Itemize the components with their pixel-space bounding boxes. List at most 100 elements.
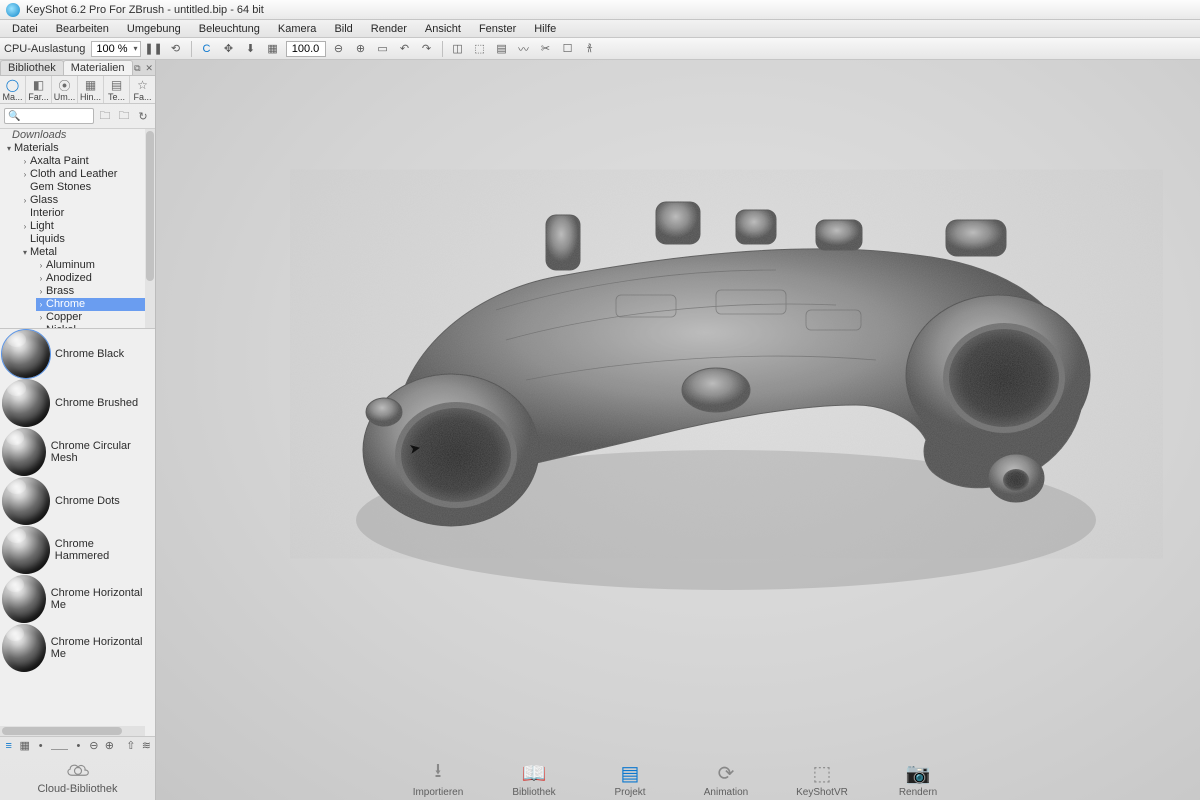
cloud-label: Cloud-Bibliothek xyxy=(37,783,117,795)
redo-icon[interactable]: ↷ xyxy=(418,40,436,58)
folder-add-icon[interactable]: 🗀 xyxy=(116,108,132,124)
reset-view-icon[interactable]: C xyxy=(198,40,216,58)
cpu-label: CPU-Auslastung xyxy=(4,43,85,55)
thumb-item[interactable]: Chrome Hammered xyxy=(0,525,155,574)
thumb-item[interactable]: Chrome Brushed xyxy=(0,378,155,427)
grid-icon[interactable]: ▦ xyxy=(264,40,282,58)
slider-dot-icon[interactable]: • xyxy=(36,739,45,753)
close-icon[interactable]: ✕ xyxy=(143,62,155,75)
search-row: 🔍 🗀 🗀 ↻ xyxy=(0,104,155,129)
scrollbar-thumb[interactable] xyxy=(2,727,122,735)
thumb-item[interactable]: Chrome Black xyxy=(0,329,155,378)
tool-screenshot-icon[interactable]: ☐ xyxy=(559,40,577,58)
folder-icon[interactable]: 🗀 xyxy=(97,108,113,124)
tree-downloads[interactable]: Downloads xyxy=(12,129,66,141)
material-ball-icon xyxy=(2,379,50,427)
tab-materialien[interactable]: Materialien xyxy=(63,60,133,75)
cat-backplates[interactable]: ▦Hin... xyxy=(78,76,104,103)
tree-scrollbar[interactable] xyxy=(145,129,155,328)
scrollbar-thumb[interactable] xyxy=(146,131,154,281)
dock-project[interactable]: ▤Projekt xyxy=(594,760,666,798)
tool-cut-icon[interactable]: ✂ xyxy=(537,40,555,58)
tree-item[interactable]: Liquids xyxy=(30,233,65,246)
tab-bibliothek[interactable]: Bibliothek xyxy=(0,60,64,75)
cat-textures[interactable]: ▤Te... xyxy=(104,76,130,103)
import-icon: ⭳ xyxy=(424,760,452,786)
settings-icon[interactable]: ≋ xyxy=(142,739,151,753)
cat-materials[interactable]: ◯Ma... xyxy=(0,76,26,103)
star-icon: ☆ xyxy=(135,78,151,92)
refresh-icon[interactable]: ⟲ xyxy=(167,40,185,58)
cat-environments[interactable]: ⦿Um... xyxy=(52,76,78,103)
undock-icon[interactable]: ⧉ xyxy=(132,62,144,75)
zoom-in-icon[interactable]: ⊕ xyxy=(352,40,370,58)
dock-render[interactable]: 📷Rendern xyxy=(882,760,954,798)
dock-vr[interactable]: ⬚KeyShotVR xyxy=(786,760,858,798)
tree-item[interactable]: Copper xyxy=(46,311,82,324)
tree-item[interactable]: Gem Stones xyxy=(30,181,91,194)
dock-library[interactable]: 📖Bibliothek xyxy=(498,760,570,798)
zoom-out-sm-icon[interactable]: ⊖ xyxy=(89,739,98,753)
cpu-usage-combo[interactable]: 100 % xyxy=(91,41,140,57)
menu-hilfe[interactable]: Hilfe xyxy=(526,21,564,37)
tree-item[interactable]: Brass xyxy=(46,285,74,298)
zoom-in-sm-icon[interactable]: ⊕ xyxy=(105,739,114,753)
dock-import[interactable]: ⭳Importieren xyxy=(402,760,474,798)
menu-bearbeiten[interactable]: Bearbeiten xyxy=(48,21,117,37)
tree-item[interactable]: Axalta Paint xyxy=(30,155,89,168)
view-list-icon[interactable]: ≡ xyxy=(4,739,13,753)
dock-animation[interactable]: ⟳Animation xyxy=(690,760,762,798)
tool-cylinder-icon[interactable]: ◫ xyxy=(449,40,467,58)
tree-item[interactable]: Cloth and Leather xyxy=(30,168,117,181)
menu-fenster[interactable]: Fenster xyxy=(471,21,524,37)
render-viewport[interactable]: ➤ ⭳Importieren 📖Bibliothek ▤Projekt ⟳Ani… xyxy=(156,60,1200,800)
fit-icon[interactable]: ✥ xyxy=(220,40,238,58)
material-tree[interactable]: Downloads ▾Materials ›Axalta Paint ›Clot… xyxy=(0,129,155,329)
thumb-item[interactable]: Chrome Circular Mesh xyxy=(0,427,155,476)
thumb-item[interactable]: Chrome Dots xyxy=(0,476,155,525)
thumb-item[interactable]: Chrome Horizontal Me xyxy=(0,574,155,623)
tree-metal[interactable]: Metal xyxy=(30,246,57,259)
rendered-model xyxy=(156,60,1200,800)
tree-item[interactable]: Interior xyxy=(30,207,64,220)
window-title: KeyShot 6.2 Pro For ZBrush - untitled.bi… xyxy=(26,4,264,16)
cat-favorites[interactable]: ☆Fa... xyxy=(130,76,155,103)
menu-beleuchtung[interactable]: Beleuchtung xyxy=(191,21,268,37)
thumb-item[interactable]: Chrome Horizontal Me xyxy=(0,623,155,672)
tree-item[interactable]: Aluminum xyxy=(46,259,95,272)
globe-icon: ⦿ xyxy=(57,78,73,92)
tree-materials[interactable]: Materials xyxy=(14,142,59,155)
tree-item[interactable]: Light xyxy=(30,220,54,233)
slider-dot-icon[interactable]: • xyxy=(74,739,83,753)
cat-colors[interactable]: ◧Far... xyxy=(26,76,52,103)
undo-icon[interactable]: ↶ xyxy=(396,40,414,58)
reload-icon[interactable]: ↻ xyxy=(135,108,151,124)
download-icon[interactable]: ⬇ xyxy=(242,40,260,58)
menu-umgebung[interactable]: Umgebung xyxy=(119,21,189,37)
material-thumbs: Chrome Black Chrome Brushed Chrome Circu… xyxy=(0,329,155,736)
app-icon xyxy=(6,3,20,17)
upload-icon[interactable]: ⇧ xyxy=(126,739,135,753)
zoom-input[interactable]: 100.0 xyxy=(286,41,326,57)
tool-cube-icon[interactable]: ⬚ xyxy=(471,40,489,58)
thumbs-hscrollbar[interactable] xyxy=(0,726,145,736)
cloud-library-button[interactable]: Cloud-Bibliothek xyxy=(0,754,155,800)
tree-item[interactable]: Glass xyxy=(30,194,58,207)
menu-datei[interactable]: Datei xyxy=(4,21,46,37)
frame-icon[interactable]: ▭ xyxy=(374,40,392,58)
search-input[interactable]: 🔍 xyxy=(4,108,94,124)
pause-icon[interactable]: ❚❚ xyxy=(145,40,163,58)
tool-person-icon[interactable]: 𐀪 xyxy=(581,40,599,58)
tree-item-chrome[interactable]: Chrome xyxy=(46,298,85,311)
menu-bild[interactable]: Bild xyxy=(326,21,360,37)
tool-image-icon[interactable]: ▤ xyxy=(493,40,511,58)
menu-ansicht[interactable]: Ansicht xyxy=(417,21,469,37)
separator xyxy=(442,41,443,57)
play-icon: ⟳ xyxy=(712,760,740,786)
tool-spline-icon[interactable]: 〰 xyxy=(515,40,533,58)
tree-item[interactable]: Anodized xyxy=(46,272,92,285)
menu-kamera[interactable]: Kamera xyxy=(270,21,325,37)
zoom-out-icon[interactable]: ⊖ xyxy=(330,40,348,58)
view-grid-icon[interactable]: ▦ xyxy=(19,739,29,753)
menu-render[interactable]: Render xyxy=(363,21,415,37)
